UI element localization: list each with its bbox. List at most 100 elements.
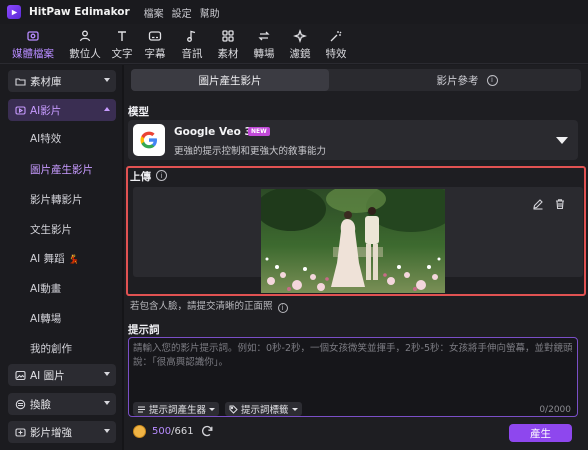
media-files-icon — [25, 28, 41, 44]
chevron-down-icon — [291, 407, 298, 411]
info-icon[interactable]: i — [277, 303, 288, 313]
prompt-placeholder: 請輸入您的影片提示詞。例如：0秒-2秒，一個女孩微笑並揮手，2秒-5秒：女孩將手… — [133, 343, 573, 368]
tool-transition[interactable]: 轉場 — [246, 24, 282, 64]
tool-subtitle[interactable]: 字幕 — [136, 24, 174, 64]
chevron-down-icon[interactable] — [556, 137, 568, 144]
chevron-down-icon — [104, 78, 110, 82]
prompt-generator-button[interactable]: 提示詞產生器 — [133, 402, 220, 416]
tool-effects[interactable]: 特效 — [318, 24, 354, 64]
sidebar-item-ai-dance[interactable]: AI 舞蹈 💃 — [30, 251, 79, 266]
refresh-icon[interactable] — [200, 424, 214, 438]
face-swap-icon — [15, 399, 26, 410]
tag-icon — [229, 405, 238, 414]
hint-text: 若包含人臉，請提交清晰的正面照 — [130, 301, 273, 312]
chevron-down-icon — [104, 372, 110, 376]
trash-icon[interactable] — [554, 198, 566, 210]
prompt-tag-button[interactable]: 提示詞標籤 — [225, 402, 302, 416]
effects-icon — [328, 28, 344, 44]
video-enhance-icon — [15, 427, 26, 438]
folder-icon — [15, 76, 26, 87]
sidebar-item-ai-effects[interactable]: AI特效 — [30, 131, 61, 146]
sidebar-item-ai-animation[interactable]: AI動畫 — [30, 281, 61, 296]
sidebar-category-label: AI影片 — [30, 104, 62, 117]
prompt-input[interactable]: 請輸入您的影片提示詞。例如：0秒-2秒，一個女孩微笑並揮手，2秒-5秒：女孩將手… — [128, 337, 578, 417]
text-icon — [114, 28, 130, 44]
ai-video-icon — [15, 105, 26, 116]
generate-button[interactable]: 產生 — [509, 424, 572, 442]
bottom-bar: 500/661 產生 — [124, 417, 588, 450]
button-label: 提示詞標籤 — [241, 405, 289, 416]
sidebar-item-ai-transition[interactable]: AI轉場 — [30, 311, 61, 326]
sidebar-item-video-to-video[interactable]: 影片轉影片 — [30, 192, 83, 207]
sidebar-category-label: 影片增強 — [30, 426, 72, 439]
sidebar-category-face-swap[interactable]: 換臉 — [8, 393, 116, 415]
ai-image-icon — [15, 370, 26, 381]
edit-icon[interactable] — [532, 198, 544, 210]
sidebar-item-label: AI 舞蹈 — [30, 253, 65, 265]
tool-filter[interactable]: 濾鏡 — [282, 24, 318, 64]
sidebar-category-label: 素材庫 — [30, 75, 62, 88]
model-label: 模型 — [128, 106, 149, 118]
title-bar: HitPaw Edimakor 檔案 設定 幫助 — [0, 0, 588, 24]
button-label: 提示詞產生器 — [149, 405, 207, 416]
credits-current: 500 — [152, 426, 172, 437]
tab-label: 影片參考 — [436, 74, 479, 87]
chevron-down-icon — [209, 407, 216, 411]
menu-help[interactable]: 幫助 — [200, 5, 220, 20]
tool-label: 轉場 — [253, 48, 275, 60]
tool-media-files[interactable]: 媒體檔案 — [4, 24, 62, 64]
tab-video-reference[interactable]: 影片參考 i — [367, 69, 567, 91]
tool-assets[interactable]: 素材 — [210, 24, 246, 64]
tool-label: 數位人 — [69, 48, 101, 60]
tab-image-to-video[interactable]: 圖片產生影片 — [131, 69, 329, 91]
tool-label: 音訊 — [181, 48, 203, 60]
tab-label: 圖片產生影片 — [198, 74, 262, 87]
sidebar-item-image-to-video[interactable]: 圖片產生影片 — [30, 162, 93, 177]
sidebar-item-my-creations[interactable]: 我的創作 — [30, 341, 72, 356]
app-title: HitPaw Edimakor — [29, 6, 130, 18]
uploaded-image-thumbnail[interactable] — [261, 189, 445, 293]
model-selector[interactable]: Google Veo 3.1 NEW 更強的提示控制和更強大的敘事能力 — [128, 120, 578, 160]
prompt-label: 提示詞 — [128, 324, 160, 336]
tool-digital-human[interactable]: 數位人 — [62, 24, 108, 64]
chevron-down-icon — [104, 401, 110, 405]
main-panel: 圖片產生影片 影片參考 i 模型 Google Veo 3.1 NEW 更強的提… — [124, 65, 588, 450]
tool-label: 字幕 — [144, 48, 166, 60]
tool-text[interactable]: 文字 — [108, 24, 136, 64]
chevron-up-icon — [104, 107, 110, 111]
sidebar-category-ai-image[interactable]: AI 圖片 — [8, 364, 116, 386]
dancer-icon: 💃 — [67, 255, 80, 265]
info-icon[interactable]: i — [156, 170, 167, 181]
new-badge: NEW — [248, 127, 270, 136]
audio-icon — [184, 28, 200, 44]
credits-display: 500/661 — [152, 426, 194, 437]
tool-audio[interactable]: 音訊 — [174, 24, 210, 64]
sidebar-category-library[interactable]: 素材庫 — [8, 70, 116, 92]
tool-label: 媒體檔案 — [12, 48, 54, 60]
google-logo-icon — [133, 124, 165, 156]
button-label: 產生 — [530, 427, 551, 440]
menu-settings[interactable]: 設定 — [172, 5, 192, 20]
coin-icon — [133, 425, 146, 438]
tool-label: 特效 — [325, 48, 347, 60]
filter-icon — [292, 28, 308, 44]
mode-tabs: 圖片產生影片 影片參考 i — [131, 69, 581, 91]
menu-file[interactable]: 檔案 — [144, 5, 164, 20]
list-icon — [138, 406, 145, 412]
subtitle-icon — [147, 28, 163, 44]
transition-icon — [256, 28, 272, 44]
sidebar-category-video-enhance[interactable]: 影片增強 — [8, 421, 116, 443]
tool-label: 素材 — [217, 48, 239, 60]
credits-total: /661 — [171, 426, 194, 437]
tool-label: 濾鏡 — [289, 48, 311, 60]
assets-icon — [220, 28, 236, 44]
sidebar-category-ai-video[interactable]: AI影片 — [8, 99, 116, 121]
upload-hint: 若包含人臉，請提交清晰的正面照 i — [130, 298, 288, 313]
main-toolbar: 媒體檔案 數位人 文字 字幕 音訊 素材 轉場 濾鏡 特效 — [0, 24, 588, 64]
sidebar-category-label: 換臉 — [30, 398, 51, 411]
upload-label: 上傳 — [130, 171, 151, 183]
digital-human-icon — [77, 28, 93, 44]
tool-label: 文字 — [111, 48, 133, 60]
sidebar-item-text-to-video[interactable]: 文生影片 — [30, 222, 72, 237]
info-icon[interactable]: i — [486, 74, 498, 86]
